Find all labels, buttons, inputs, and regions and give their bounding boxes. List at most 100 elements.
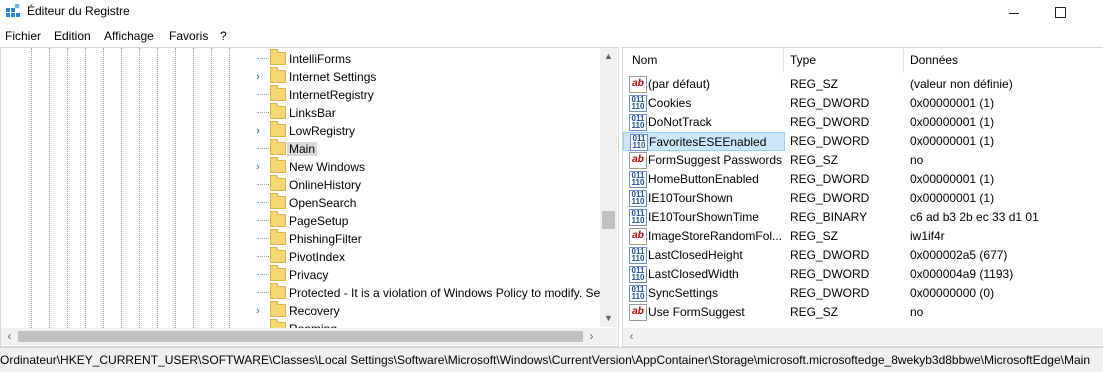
values-horizontal-scrollbar[interactable]: ‹ <box>623 328 1103 345</box>
tree-item[interactable]: Privacy <box>253 265 613 284</box>
value-name-cell[interactable]: 011 110 Cookies <box>623 94 783 112</box>
value-name-cell[interactable]: 011 110 FavoritesESEEnabled <box>623 132 785 151</box>
tree-item[interactable]: LinksBar <box>253 103 613 122</box>
column-header-data[interactable]: Données <box>910 48 958 73</box>
maximize-button[interactable] <box>1037 0 1083 24</box>
tree-guide-line <box>157 48 158 328</box>
value-row[interactable]: ab FormSuggest Passwords REG_SZ no <box>623 151 1103 170</box>
folder-icon <box>270 139 286 155</box>
value-row[interactable]: 011 110 LastClosedHeight REG_DWORD 0x000002… <box>623 246 1103 265</box>
tree-guide-line <box>139 48 140 328</box>
column-divider[interactable] <box>903 48 904 73</box>
column-header-name[interactable]: Nom <box>632 48 657 73</box>
value-name: ImageStoreRandomFol... <box>648 229 783 243</box>
value-name-cell[interactable]: 011 110 DoNotTrack <box>623 113 783 131</box>
value-name-cell[interactable]: 011 110 IE10TourShown <box>623 189 783 207</box>
tree-item[interactable]: OpenSearch <box>253 193 613 212</box>
column-header-type[interactable]: Type <box>790 48 816 73</box>
menu-favoris[interactable]: Favoris <box>169 29 208 43</box>
tree-item[interactable]: PageSetup <box>253 211 613 230</box>
folder-icon <box>270 49 286 65</box>
chevron-right-icon[interactable]: › <box>253 305 263 317</box>
tree-branch-dots <box>257 106 269 113</box>
value-name-cell[interactable]: 011 110 LastClosedHeight <box>623 246 783 264</box>
value-row[interactable]: ab Use FormSuggest REG_SZ no <box>623 303 1103 322</box>
value-name-cell[interactable]: ab Use FormSuggest <box>623 303 783 321</box>
value-data: 0x000004a9 (1193) <box>910 267 1014 281</box>
scroll-left-icon[interactable]: ‹ <box>623 328 640 345</box>
menu-bar: Fichier Edition Affichage Favoris ? <box>0 26 1103 46</box>
key-tree-pane[interactable]: IntelliForms › Internet Settings InternetRe… <box>0 47 619 347</box>
tree-item[interactable]: Main <box>253 139 613 158</box>
value-name-cell[interactable]: ab FormSuggest Passwords <box>623 151 783 169</box>
value-name-cell[interactable]: ab ImageStoreRandomFol... <box>623 227 783 245</box>
value-row[interactable]: 011 110 HomeButtonEnabled REG_DWORD 0x00000… <box>623 170 1103 189</box>
tree-item-label: InternetRegistry <box>289 88 374 102</box>
binary-value-icon: 011 110 <box>629 190 647 207</box>
value-name-cell[interactable]: 011 110 HomeButtonEnabled <box>623 170 783 188</box>
tree-item[interactable]: InternetRegistry <box>253 85 613 104</box>
tree-item-label: PageSetup <box>289 214 349 228</box>
menu-help[interactable]: ? <box>220 29 227 43</box>
folder-icon <box>270 229 286 245</box>
tree-item[interactable]: › Recovery <box>253 301 613 320</box>
value-name-cell[interactable]: 011 110 LastClosedWidth <box>623 265 783 283</box>
chevron-right-icon[interactable]: › <box>253 125 263 137</box>
chevron-right-icon[interactable]: › <box>253 71 263 83</box>
value-name: (par défaut) <box>648 77 711 91</box>
scroll-up-icon[interactable]: ▲ <box>600 48 617 65</box>
tree-item[interactable]: › New Windows <box>253 157 613 176</box>
tree-vertical-scrollbar[interactable]: ▲ ▼ <box>600 48 617 327</box>
value-name: Cookies <box>648 96 692 110</box>
value-row[interactable]: ab (par défaut) REG_SZ (valeur non définie) <box>623 75 1103 94</box>
scroll-thumb[interactable] <box>602 211 615 229</box>
value-row[interactable]: 011 110 IE10TourShown REG_DWORD 0x00000001 … <box>623 189 1103 208</box>
binary-value-icon: 011 110 <box>629 171 647 188</box>
tree-item[interactable]: Protected - It is a violation of Windows… <box>253 283 613 302</box>
binary-value-icon: 011 110 <box>630 134 648 151</box>
value-row[interactable]: ab ImageStoreRandomFol... REG_SZ iw1if4r <box>623 227 1103 246</box>
tree-item[interactable]: PhishingFilter <box>253 229 613 248</box>
menu-edition[interactable]: Edition <box>54 29 91 43</box>
value-name: SyncSettings <box>648 286 719 300</box>
scroll-thumb[interactable] <box>18 331 583 342</box>
tree-item[interactable]: OnlineHistory <box>253 175 613 194</box>
scroll-left-icon[interactable]: ‹ <box>1 328 18 345</box>
chevron-right-icon[interactable]: › <box>253 161 263 173</box>
column-divider[interactable] <box>783 48 784 73</box>
scroll-right-icon[interactable]: › <box>583 328 600 345</box>
tree-item-label: New Windows <box>289 160 366 174</box>
value-row[interactable]: 011 110 FavoritesESEEnabled REG_DWORD 0x000… <box>623 132 1103 151</box>
value-data: 0x00000001 (1) <box>910 115 995 129</box>
registry-editor-icon <box>6 3 20 17</box>
value-type: REG_DWORD <box>790 191 870 205</box>
minimize-button[interactable] <box>991 0 1037 24</box>
value-name-cell[interactable]: ab (par défaut) <box>623 75 783 93</box>
minimize-icon <box>1009 12 1019 14</box>
tree-item-label: Privacy <box>289 268 329 282</box>
tree-branch-dots <box>257 286 269 293</box>
tree-item[interactable]: › LowRegistry <box>253 121 613 140</box>
menu-fichier[interactable]: Fichier <box>5 29 41 43</box>
folder-icon <box>270 103 286 119</box>
folder-icon <box>270 121 286 137</box>
tree-horizontal-scrollbar[interactable]: ‹ › <box>1 328 600 345</box>
value-name-cell[interactable]: 011 110 SyncSettings <box>623 284 783 302</box>
value-row[interactable]: 011 110 Cookies REG_DWORD 0x00000001 (1) <box>623 94 1103 113</box>
value-name: IE10TourShown <box>648 191 733 205</box>
menu-affichage[interactable]: Affichage <box>104 29 154 43</box>
tree-item[interactable]: IntelliForms <box>253 49 613 68</box>
tree-item[interactable]: PivotIndex <box>253 247 613 266</box>
value-type: REG_DWORD <box>790 172 870 186</box>
scroll-down-icon[interactable]: ▼ <box>600 310 617 327</box>
folder-icon <box>270 211 286 227</box>
tree-item-label: IntelliForms <box>289 52 352 66</box>
value-row[interactable]: 011 110 SyncSettings REG_DWORD 0x00000000 (… <box>623 284 1103 303</box>
value-row[interactable]: 011 110 LastClosedWidth REG_DWORD 0x000004a… <box>623 265 1103 284</box>
tree-item[interactable]: › Internet Settings <box>253 67 613 86</box>
value-type: REG_DWORD <box>790 134 870 148</box>
value-name-cell[interactable]: 011 110 IE10TourShownTime <box>623 208 783 226</box>
value-row[interactable]: 011 110 DoNotTrack REG_DWORD 0x00000001 (1) <box>623 113 1103 132</box>
values-list-pane[interactable]: Nom Type Données ab (par défaut) REG_SZ (va… <box>622 47 1103 347</box>
value-row[interactable]: 011 110 IE10TourShownTime REG_BINARY c6 ad … <box>623 208 1103 227</box>
